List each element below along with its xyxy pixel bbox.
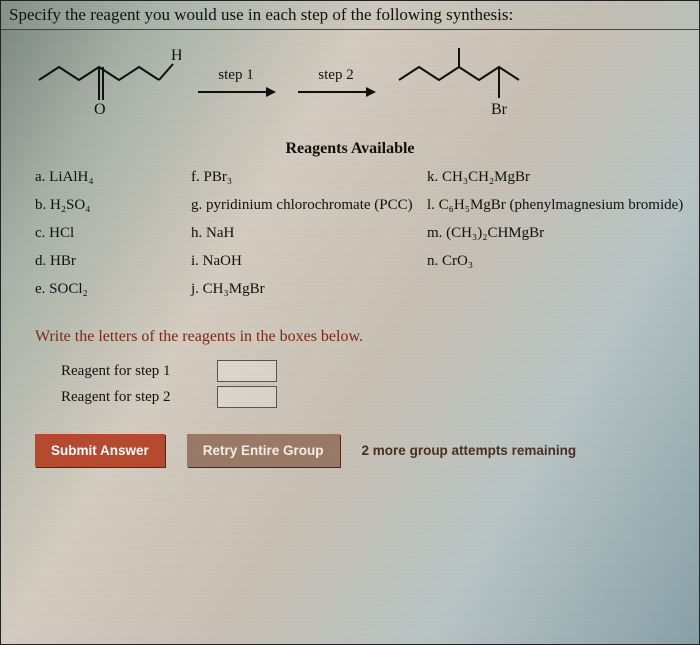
button-row: Submit Answer Retry Entire Group 2 more … [1, 412, 699, 467]
answer-area: Reagent for step 1 Reagent for step 2 [1, 360, 699, 408]
arrow-icon [196, 86, 276, 98]
synthesis-row: H O step 1 step 2 [1, 30, 699, 122]
answer-input-step2[interactable] [217, 386, 277, 408]
reagent-j: j. CH₃MgBr [191, 280, 421, 298]
reagent-blank [427, 280, 687, 298]
reagents-available-heading: Reagents Available [1, 140, 699, 158]
step1-label: step 1 [218, 67, 253, 84]
reagent-e: e. SOCl₂ [35, 280, 185, 298]
retry-button[interactable]: Retry Entire Group [187, 434, 340, 467]
reagent-h: h. NaH [191, 224, 421, 242]
reagent-c: c. HCl [35, 224, 185, 242]
arrow-step2: step 2 [291, 67, 381, 98]
reagent-k: k. CH₃CH₂MgBr [427, 168, 687, 186]
reagent-g: g. pyridinium chlorochromate (PCC) [191, 196, 421, 214]
reagent-i: i. NaOH [191, 252, 421, 270]
question-prompt: Specify the reagent you would use in eac… [1, 1, 699, 30]
reagent-b: b. H₂SO₄ [35, 196, 185, 214]
write-instruction: Write the letters of the reagents in the… [1, 298, 699, 356]
arrow-step1: step 1 [191, 67, 281, 98]
attempts-remaining: 2 more group attempts remaining [362, 443, 577, 458]
reagent-m: m. (CH₃)₂CHMgBr [427, 224, 687, 242]
reagent-l: l. C₆H₅MgBr (phenylmagnesium bromide) [427, 196, 687, 214]
answer-input-step1[interactable] [217, 360, 277, 382]
answer-label-step1: Reagent for step 1 [61, 363, 211, 380]
reagent-n: n. CrO₃ [427, 252, 687, 270]
answer-label-step2: Reagent for step 2 [61, 389, 211, 406]
reagent-f: f. PBr₃ [191, 168, 421, 186]
aldehyde-H-label: H [171, 47, 181, 64]
reagent-a: a. LiAlH₄ [35, 168, 185, 186]
ketone-O-label: O [94, 101, 106, 118]
product-Br-label: Br [491, 101, 508, 118]
starting-material: H O [31, 42, 181, 122]
step2-label: step 2 [318, 67, 353, 84]
reagents-grid: a. LiAlH₄ f. PBr₃ k. CH₃CH₂MgBr b. H₂SO₄… [1, 168, 699, 298]
product-molecule: Br [391, 42, 541, 122]
reagent-d: d. HBr [35, 252, 185, 270]
arrow-icon [296, 86, 376, 98]
submit-button[interactable]: Submit Answer [35, 434, 165, 467]
